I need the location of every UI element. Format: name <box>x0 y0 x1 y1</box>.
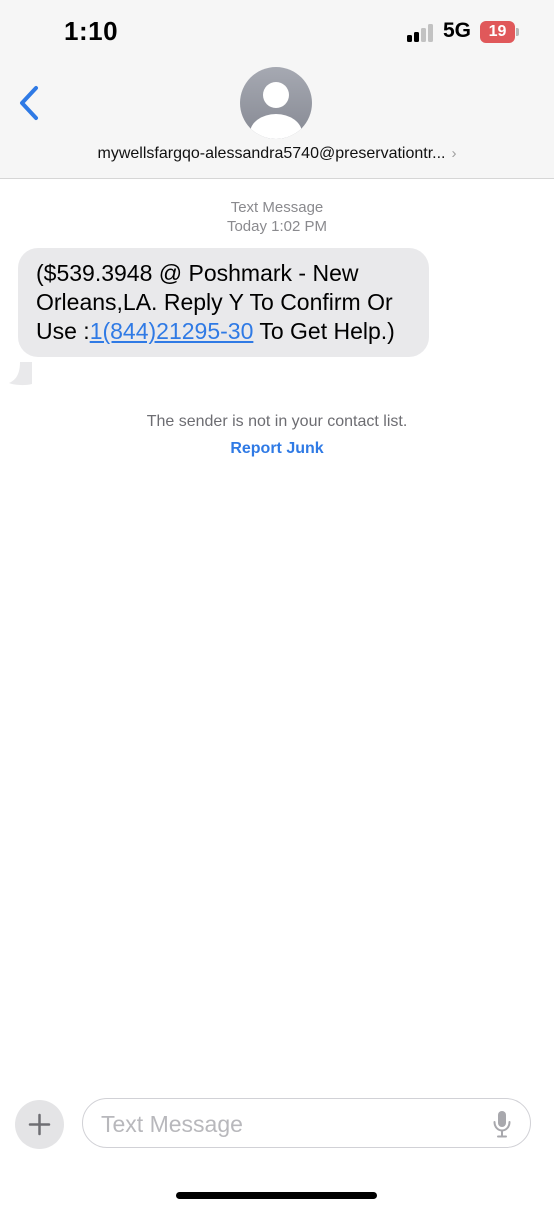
bubble-tail <box>9 362 32 386</box>
phone-link[interactable]: 1(844)21295-30 <box>90 318 254 344</box>
contact-avatar[interactable] <box>240 67 312 139</box>
status-time: 1:10 <box>64 16 119 46</box>
home-indicator <box>176 1192 377 1199</box>
person-silhouette-icon <box>250 82 302 139</box>
message-service-label: Text Message <box>230 199 324 216</box>
network-type: 5G <box>443 19 472 42</box>
plus-icon <box>28 1113 51 1136</box>
battery-level: 19 <box>488 23 507 40</box>
report-junk-link[interactable]: Report Junk <box>230 440 323 457</box>
back-button[interactable] <box>14 84 44 124</box>
report-junk-row: Report Junk <box>0 440 554 458</box>
sender-address[interactable]: mywellsfargqo-alessandra5740@preservatio… <box>0 145 554 163</box>
battery-icon: 19 <box>480 21 515 43</box>
message-timestamp: Today 1:02 PM <box>226 218 328 235</box>
chevron-right-icon: › <box>451 145 457 162</box>
nav-header: 1:10 5G 19 mywellsfargqo-alessandra5740@… <box>0 0 554 179</box>
unknown-sender-notice: The sender is not in your contact list. <box>146 413 408 430</box>
message-meta: Text Message Today 1:02 PM <box>0 198 554 236</box>
message-bubble[interactable]: ($539.3948 @ Poshmark - New Orleans,LA. … <box>18 248 429 357</box>
chevron-left-icon <box>20 86 38 120</box>
message-input-placeholder: Text Message <box>101 1111 243 1137</box>
message-input[interactable]: Text Message <box>82 1098 531 1148</box>
battery-tip <box>516 28 519 36</box>
microphone-icon[interactable] <box>492 1110 512 1138</box>
message-text-end: To Get Help.) <box>253 318 395 344</box>
sender-name: mywellsfargqo-alessandra5740@preservatio… <box>97 145 446 162</box>
add-attachment-button[interactable] <box>15 1100 64 1149</box>
cellular-signal-icon <box>407 24 435 42</box>
